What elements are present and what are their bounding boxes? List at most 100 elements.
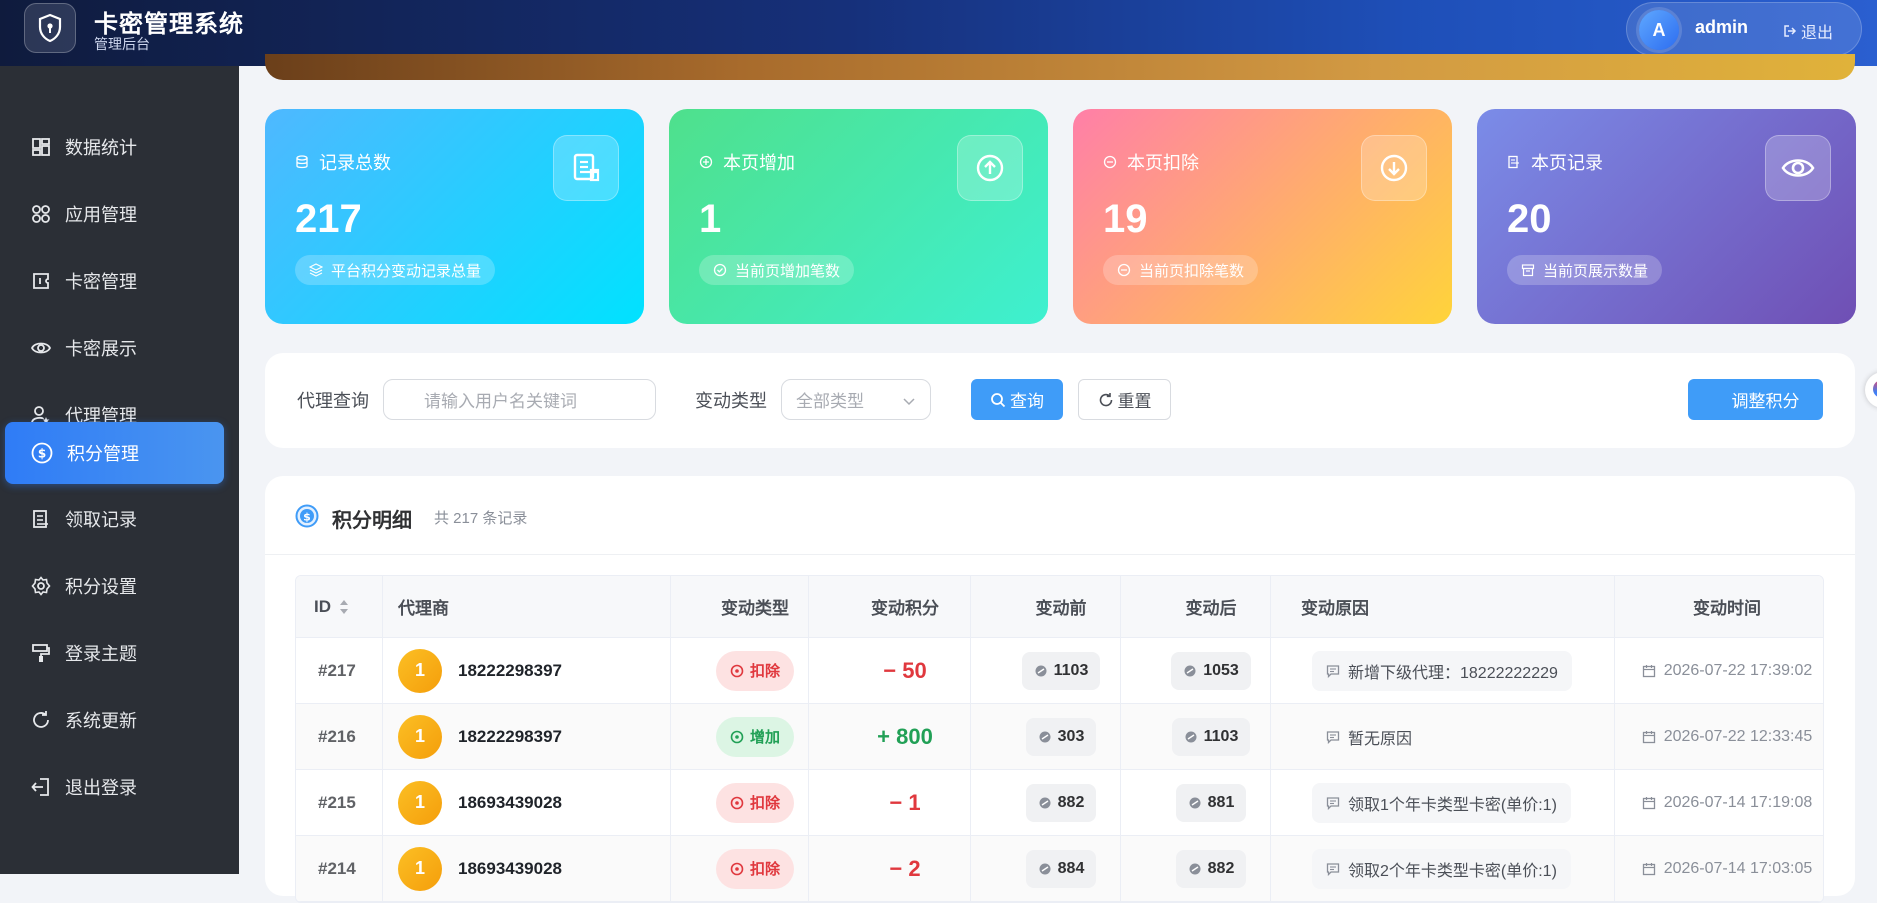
- ticket-icon: [33, 273, 49, 289]
- type-tag: 扣除: [715, 848, 794, 889]
- table-row[interactable]: #214 1 18693439028 扣除 − 2 884 882 领取2个年卡…: [296, 836, 1823, 902]
- agent-query-label: 代理查询: [297, 391, 369, 411]
- adjust-points-button[interactable]: 调整积分: [1688, 379, 1823, 420]
- sidebar-item-cards[interactable]: 卡密管理: [5, 250, 224, 312]
- eye-icon: [31, 342, 51, 354]
- table-row[interactable]: #215 1 18693439028 扣除 − 1 882 881 领取1个年卡…: [296, 770, 1823, 836]
- plus-circle-icon: [699, 155, 713, 169]
- change-reason: 领取2个年卡类型卡密(单价:1): [1312, 848, 1571, 889]
- record-count: 共 217 条记录: [434, 510, 528, 527]
- points-change: − 1: [889, 789, 921, 815]
- user-name: admin: [1695, 17, 1749, 37]
- sidebar-item-card-display[interactable]: 卡密展示: [5, 317, 224, 379]
- sidebar-item-system-update[interactable]: 系统更新: [5, 689, 224, 751]
- points-after: 881: [1175, 783, 1247, 822]
- shield-logo-icon: [24, 3, 76, 53]
- sidebar-item-claims[interactable]: 领取记录: [5, 488, 224, 550]
- agent-name: 18222298397: [458, 726, 563, 746]
- assistant-icon: [1873, 380, 1877, 398]
- column-header-agent: 代理商: [398, 599, 449, 618]
- sidebar-item-label: 应用管理: [65, 205, 137, 225]
- sidebar: 数据统计 应用管理 卡密管理 卡密展示 代理管理 $ 积分管理 领取记录 积分设…: [0, 66, 239, 874]
- stat-value: 20: [1507, 197, 1552, 241]
- stat-label: 本页增加: [723, 153, 795, 173]
- row-id: #215: [318, 792, 356, 812]
- agent-avatar: 1: [398, 780, 442, 825]
- gear-icon: [31, 576, 51, 596]
- change-type-select[interactable]: 全部类型: [781, 379, 931, 420]
- sidebar-item-dashboard[interactable]: 数据统计: [5, 116, 224, 178]
- agent-name: 18693439028: [458, 858, 563, 878]
- table-row[interactable]: #216 1 18222298397 增加 + 800 303 1103 暂无原…: [296, 704, 1823, 770]
- points-before: 884: [1025, 849, 1097, 888]
- svg-text:$: $: [38, 447, 46, 461]
- minus-circle-icon: [1103, 155, 1117, 169]
- points-change: − 2: [889, 855, 921, 881]
- stat-label: 本页记录: [1531, 153, 1603, 173]
- reset-button[interactable]: 重置: [1078, 379, 1171, 420]
- stat-card-added: 本页增加 1 当前页增加笔数: [669, 109, 1048, 324]
- type-tag: 增加: [715, 716, 794, 757]
- refresh-icon: [1099, 392, 1112, 406]
- points-change: + 800: [877, 723, 933, 749]
- reset-button-label: 重置: [1117, 392, 1152, 411]
- agent-cell: 1 18222298397: [398, 704, 562, 769]
- app-subtitle: 管理后台: [94, 36, 150, 52]
- type-tag: 扣除: [715, 650, 794, 691]
- sort-icon[interactable]: [339, 599, 349, 615]
- sidebar-item-logout[interactable]: 退出登录: [5, 756, 224, 818]
- user-avatar[interactable]: A: [1639, 10, 1679, 50]
- layers-icon: [309, 263, 323, 277]
- change-time: 2026-07-22 12:33:45: [1642, 728, 1812, 746]
- change-type-label: 变动类型: [695, 391, 767, 411]
- sidebar-item-label: 退出登录: [65, 778, 137, 798]
- sidebar-item-label: 数据统计: [65, 138, 137, 158]
- points-before: 882: [1025, 783, 1097, 822]
- dashboard-icon: [32, 138, 50, 156]
- stat-label: 记录总数: [319, 153, 391, 173]
- paint-roller-icon: [32, 644, 50, 662]
- calendar-icon: [1642, 862, 1655, 875]
- change-time: 2026-07-22 17:39:02: [1642, 662, 1812, 680]
- minus-circle-icon: [730, 862, 744, 875]
- agent-avatar: 1: [398, 846, 442, 891]
- sidebar-item-apps[interactable]: 应用管理: [5, 183, 224, 245]
- points-after: 1053: [1171, 651, 1251, 690]
- sidebar-item-points[interactable]: $ 积分管理: [5, 422, 224, 484]
- sidebar-item-login-theme[interactable]: 登录主题: [5, 622, 224, 684]
- floating-assistant-button[interactable]: [1865, 372, 1877, 408]
- logout-button[interactable]: 退出: [1783, 19, 1833, 43]
- agent-search-input[interactable]: 请输入用户名关键词: [383, 379, 656, 420]
- table-row[interactable]: #217 1 18222298397 扣除 − 50 1103 1053 新增下…: [296, 638, 1823, 704]
- svg-text:$: $: [303, 511, 311, 524]
- comment-icon: [1326, 796, 1340, 810]
- stat-chip-text: 当前页展示数量: [1543, 262, 1649, 280]
- search-button[interactable]: 查询: [971, 379, 1063, 420]
- stat-chip-text: 平台积分变动记录总量: [331, 262, 482, 280]
- agent-avatar: 1: [398, 648, 442, 693]
- sidebar-item-label: 卡密管理: [65, 272, 137, 292]
- plus-circle-icon: [730, 730, 744, 743]
- agent-cell: 1 18693439028: [398, 770, 562, 835]
- document-icon: [553, 135, 619, 201]
- coins-icon: [1189, 797, 1201, 808]
- sidebar-item-label: 登录主题: [65, 644, 137, 664]
- user-menu[interactable]: A admin 退出: [1626, 2, 1862, 56]
- column-header-id[interactable]: ID: [314, 576, 349, 637]
- column-header-before: 变动前: [1035, 599, 1087, 618]
- banner-strip: [265, 54, 1855, 80]
- adjust-points-label: 调整积分: [1731, 392, 1800, 411]
- row-id: #216: [318, 726, 356, 746]
- comment-icon: [1326, 664, 1340, 678]
- stat-label: 本页扣除: [1127, 153, 1199, 173]
- detail-title: 积分明细: [332, 510, 412, 532]
- logout-icon: [31, 778, 49, 796]
- coin-icon: $: [31, 442, 53, 464]
- comment-icon: [1326, 730, 1340, 744]
- comment-icon: [1326, 862, 1340, 876]
- stat-card-page-records: 本页记录 20 当前页展示数量: [1477, 109, 1856, 324]
- filter-bar: 代理查询 请输入用户名关键词 变动类型 全部类型 查询 重置 调整积分: [265, 353, 1855, 448]
- change-time: 2026-07-14 17:03:05: [1642, 860, 1812, 878]
- sidebar-item-points-settings[interactable]: 积分设置: [5, 555, 224, 617]
- calendar-icon: [1642, 730, 1655, 743]
